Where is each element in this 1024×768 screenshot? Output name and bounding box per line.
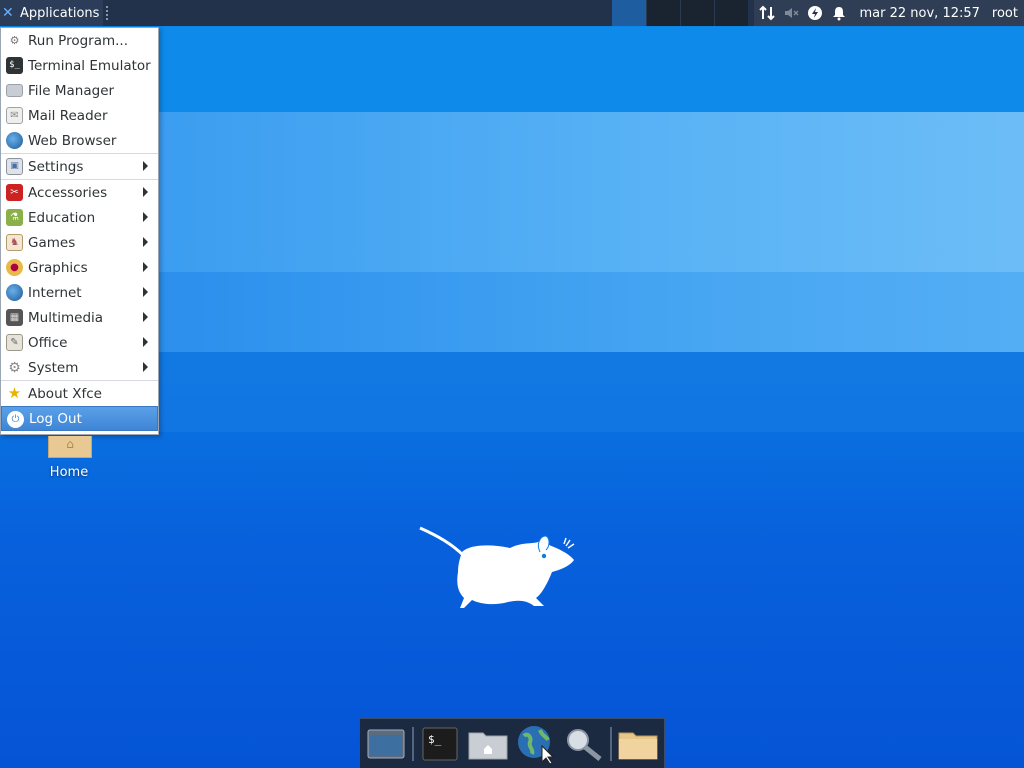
power-icon[interactable] xyxy=(806,4,824,22)
menu-item-accessories[interactable]: ✂ Accessories xyxy=(1,180,158,205)
star-icon: ★ xyxy=(7,384,22,402)
web-browser-icon[interactable] xyxy=(514,722,558,766)
submenu-arrow-icon xyxy=(143,337,148,347)
menu-item-label: Graphics xyxy=(28,259,88,276)
office-icon: ✎ xyxy=(6,334,23,351)
menu-item-run-program[interactable]: ⚙ Run Program... xyxy=(1,28,158,53)
settings-icon: ▣ xyxy=(6,158,23,175)
dock-separator xyxy=(610,726,612,761)
workspace-switcher-2[interactable] xyxy=(680,0,715,26)
menu-item-label: Run Program... xyxy=(28,32,129,49)
folder-icon xyxy=(6,84,23,97)
network-icon[interactable] xyxy=(758,4,776,22)
menu-item-label: Office xyxy=(28,334,68,351)
menu-item-system[interactable]: ⚙ System xyxy=(1,355,158,380)
terminal-icon: $_ xyxy=(6,57,23,74)
menu-item-education[interactable]: ⚗ Education xyxy=(1,205,158,230)
menu-item-games[interactable]: ♞ Games xyxy=(1,230,158,255)
applications-menu-button[interactable]: ✕ Applications xyxy=(0,0,104,26)
submenu-arrow-icon xyxy=(143,287,148,297)
system-icon: ⚙ xyxy=(8,359,21,376)
submenu-arrow-icon xyxy=(143,312,148,322)
clock[interactable]: mar 22 nov, 12:57 xyxy=(854,6,986,21)
menu-item-label: File Manager xyxy=(28,82,115,99)
dock-separator xyxy=(412,726,414,761)
wallpaper-band xyxy=(159,352,1024,432)
menu-item-about-xfce[interactable]: ★ About Xfce xyxy=(1,381,158,406)
submenu-arrow-icon xyxy=(143,212,148,222)
accessories-icon: ✂ xyxy=(6,184,23,201)
mail-icon: ✉ xyxy=(6,107,23,124)
menu-item-file-manager[interactable]: File Manager xyxy=(1,78,158,103)
graphics-icon: ● xyxy=(6,259,23,276)
notification-bell-icon[interactable] xyxy=(830,4,848,22)
submenu-arrow-icon xyxy=(143,237,148,247)
submenu-arrow-icon xyxy=(143,262,148,272)
run-icon: ⚙ xyxy=(9,34,20,47)
bottom-dock: $_ xyxy=(359,718,665,768)
menu-item-label: Education xyxy=(28,209,96,226)
top-panel: ✕ Applications mar 22 nov, 12:57 root xyxy=(0,0,1024,26)
globe-icon xyxy=(6,132,23,149)
logout-icon: ⏻ xyxy=(7,411,24,428)
menu-item-terminal-emulator[interactable]: $_ Terminal Emulator xyxy=(1,53,158,78)
internet-icon xyxy=(6,284,23,301)
wallpaper-band xyxy=(159,272,1024,352)
menu-item-multimedia[interactable]: ▦ Multimedia xyxy=(1,305,158,330)
menu-item-office[interactable]: ✎ Office xyxy=(1,330,158,355)
home-icon-label[interactable]: Home xyxy=(30,465,108,480)
submenu-arrow-icon xyxy=(143,187,148,197)
workspace-switcher-3[interactable] xyxy=(714,0,749,26)
wallpaper-band xyxy=(159,112,1024,272)
menu-item-label: About Xfce xyxy=(28,385,102,402)
xfce-logo-icon: ✕ xyxy=(2,5,14,21)
menu-item-mail-reader[interactable]: ✉ Mail Reader xyxy=(1,103,158,128)
applications-label: Applications xyxy=(20,5,100,21)
submenu-arrow-icon xyxy=(143,362,148,372)
window-button[interactable] xyxy=(612,0,647,26)
multimedia-icon: ▦ xyxy=(6,309,23,326)
menu-item-settings[interactable]: ▣ Settings xyxy=(1,154,158,179)
menu-item-internet[interactable]: Internet xyxy=(1,280,158,305)
show-desktop-icon[interactable] xyxy=(364,722,408,766)
home-folder-icon[interactable]: ⌂ xyxy=(48,436,92,458)
menu-item-label: Settings xyxy=(28,158,84,175)
search-icon[interactable] xyxy=(562,722,606,766)
menu-item-label: Internet xyxy=(28,284,82,301)
submenu-arrow-icon xyxy=(143,161,148,171)
games-icon: ♞ xyxy=(6,234,23,251)
svg-text:$_: $_ xyxy=(428,733,442,746)
workspace-switcher-1[interactable] xyxy=(646,0,681,26)
menu-item-label: System xyxy=(28,359,79,376)
education-icon: ⚗ xyxy=(6,209,23,226)
system-tray: mar 22 nov, 12:57 root xyxy=(753,0,1024,26)
user-menu[interactable]: root xyxy=(992,6,1020,21)
home-folder-icon[interactable] xyxy=(466,722,510,766)
menu-item-label: Web Browser xyxy=(28,132,117,149)
xfce-mouse-logo xyxy=(419,526,575,608)
volume-muted-icon[interactable] xyxy=(782,4,800,22)
menu-item-web-browser[interactable]: Web Browser xyxy=(1,128,158,153)
menu-item-label: Games xyxy=(28,234,76,251)
menu-item-label: Mail Reader xyxy=(28,107,108,124)
applications-menu: ⚙ Run Program... $_ Terminal Emulator Fi… xyxy=(0,27,159,435)
folder-icon[interactable] xyxy=(616,722,660,766)
menu-item-label: Log Out xyxy=(29,410,82,427)
menu-item-label: Multimedia xyxy=(28,309,104,326)
menu-item-graphics[interactable]: ● Graphics xyxy=(1,255,158,280)
terminal-icon[interactable]: $_ xyxy=(418,722,462,766)
wallpaper-band xyxy=(159,27,1024,112)
menu-item-log-out[interactable]: ⏻ Log Out xyxy=(1,406,158,431)
panel-handle[interactable] xyxy=(106,6,112,20)
menu-item-label: Terminal Emulator xyxy=(28,57,151,74)
menu-item-label: Accessories xyxy=(28,184,108,201)
